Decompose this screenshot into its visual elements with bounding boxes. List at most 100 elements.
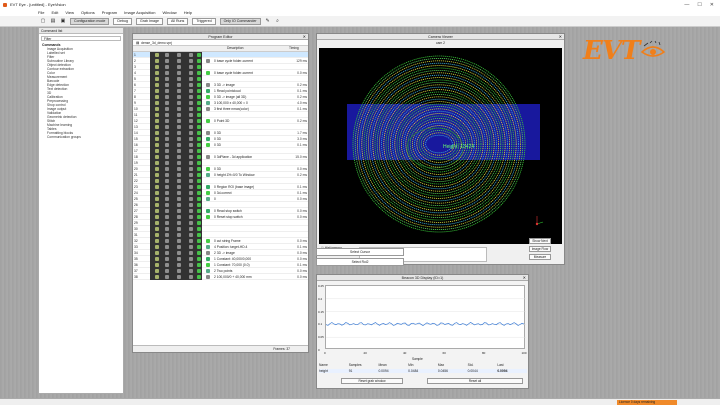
row-flag-icon[interactable] (165, 71, 169, 75)
row-flag-icon[interactable] (197, 227, 201, 231)
row-flag-icon[interactable] (165, 149, 169, 153)
row-flag-icon[interactable] (177, 155, 181, 159)
row-flag-icon[interactable] (189, 275, 193, 279)
license-warning[interactable]: Licence 0 days remaining (617, 400, 677, 405)
measure-button[interactable]: Measure (529, 254, 551, 260)
row-flag-icon[interactable] (177, 215, 181, 219)
row-flag-icon[interactable] (177, 59, 181, 63)
row-flag-icon[interactable] (189, 251, 193, 255)
row-flag-icon[interactable] (155, 113, 159, 117)
row-flag-icon[interactable] (155, 155, 159, 159)
row-flag-icon[interactable] (165, 59, 169, 63)
row-flag-icon[interactable] (189, 71, 193, 75)
row-flag-icon[interactable] (155, 167, 159, 171)
row-flag-icon[interactable] (197, 233, 201, 237)
row-flag-icon[interactable] (155, 191, 159, 195)
row-flag-icon[interactable] (189, 143, 193, 147)
grab-image-button[interactable]: Grab Image (135, 17, 163, 25)
row-flag-icon[interactable] (177, 197, 181, 201)
menu-file[interactable]: File (38, 10, 44, 15)
row-flag-icon[interactable] (189, 83, 193, 87)
row-flag-icon[interactable] (165, 155, 169, 159)
row-flag-icon[interactable] (177, 191, 181, 195)
row-flag-icon[interactable] (155, 65, 159, 69)
row-flag-icon[interactable] (189, 161, 193, 165)
stats-row[interactable]: height 91 0.0094 0.0484 0.0456 0.0044 0.0094 (319, 369, 527, 373)
row-flag-icon[interactable] (177, 77, 181, 81)
row-flag-icon[interactable] (189, 215, 193, 219)
row-flag-icon[interactable] (197, 239, 201, 243)
row-flag-icon[interactable] (197, 197, 201, 201)
row-flag-icon[interactable] (197, 113, 201, 117)
row-flag-icon[interactable] (197, 59, 201, 63)
row-flag-icon[interactable] (165, 119, 169, 123)
row-flag-icon[interactable] (177, 53, 181, 57)
row-flag-icon[interactable] (197, 179, 201, 183)
reset-all-button[interactable]: Reset all (427, 378, 523, 384)
row-flag-icon[interactable] (165, 107, 169, 111)
row-flag-icon[interactable] (197, 65, 201, 69)
row-flag-icon[interactable] (155, 77, 159, 81)
close-button[interactable]: ✕ (710, 2, 714, 8)
row-flag-icon[interactable] (165, 209, 169, 213)
row-flag-icon[interactable] (197, 119, 201, 123)
row-flag-icon[interactable] (155, 59, 159, 63)
row-flag-icon[interactable] (197, 167, 201, 171)
menu-window[interactable]: Window (162, 10, 176, 15)
row-flag-icon[interactable] (177, 239, 181, 243)
row-flag-icon[interactable] (155, 197, 159, 201)
row-flag-icon[interactable] (189, 233, 193, 237)
camera-image[interactable]: Height: 13424 (319, 48, 562, 244)
row-flag-icon[interactable] (155, 131, 159, 135)
row-flag-icon[interactable] (189, 77, 193, 81)
row-flag-icon[interactable] (189, 245, 193, 249)
row-flag-icon[interactable] (189, 167, 193, 171)
row-flag-icon[interactable] (177, 125, 181, 129)
image-flow-button[interactable]: Image Flow (529, 246, 551, 252)
row-flag-icon[interactable] (155, 227, 159, 231)
row-flag-icon[interactable] (165, 233, 169, 237)
row-flag-icon[interactable] (197, 83, 201, 87)
row-flag-icon[interactable] (155, 269, 159, 273)
row-flag-icon[interactable] (165, 65, 169, 69)
row-flag-icon[interactable] (177, 119, 181, 123)
row-flag-icon[interactable] (165, 275, 169, 279)
row-flag-icon[interactable] (165, 203, 169, 207)
row-flag-icon[interactable] (155, 239, 159, 243)
row-flag-icon[interactable] (165, 197, 169, 201)
row-flag-icon[interactable] (189, 65, 193, 69)
row-flag-icon[interactable] (197, 203, 201, 207)
row-flag-icon[interactable] (189, 53, 193, 57)
row-flag-icon[interactable] (165, 239, 169, 243)
row-flag-icon[interactable] (155, 263, 159, 267)
row-flag-icon[interactable] (155, 203, 159, 207)
plot-area[interactable] (325, 285, 526, 349)
config-mode-dropdown[interactable]: Configuration mode (70, 17, 110, 25)
row-flag-icon[interactable] (177, 233, 181, 237)
row-flag-icon[interactable] (189, 89, 193, 93)
menu-options[interactable]: Options (81, 10, 95, 15)
row-flag-icon[interactable] (177, 173, 181, 177)
row-flag-icon[interactable] (197, 101, 201, 105)
row-flag-icon[interactable] (197, 125, 201, 129)
row-flag-icon[interactable] (197, 185, 201, 189)
row-flag-icon[interactable] (197, 257, 201, 261)
row-flag-icon[interactable] (189, 221, 193, 225)
menu-edit[interactable]: Edit (51, 10, 58, 15)
row-flag-icon[interactable] (155, 107, 159, 111)
row-flag-icon[interactable] (155, 275, 159, 279)
row-flag-icon[interactable] (177, 113, 181, 117)
row-flag-icon[interactable] (155, 89, 159, 93)
row-flag-icon[interactable] (155, 257, 159, 261)
row-flag-icon[interactable] (197, 155, 201, 159)
row-flag-icon[interactable] (189, 101, 193, 105)
row-flag-icon[interactable] (197, 53, 201, 57)
row-flag-icon[interactable] (197, 209, 201, 213)
row-flag-icon[interactable] (189, 137, 193, 141)
row-flag-icon[interactable] (155, 71, 159, 75)
row-flag-icon[interactable] (189, 197, 193, 201)
row-flag-icon[interactable] (189, 203, 193, 207)
row-flag-icon[interactable] (197, 77, 201, 81)
row-flag-icon[interactable] (165, 113, 169, 117)
row-flag-icon[interactable] (165, 251, 169, 255)
